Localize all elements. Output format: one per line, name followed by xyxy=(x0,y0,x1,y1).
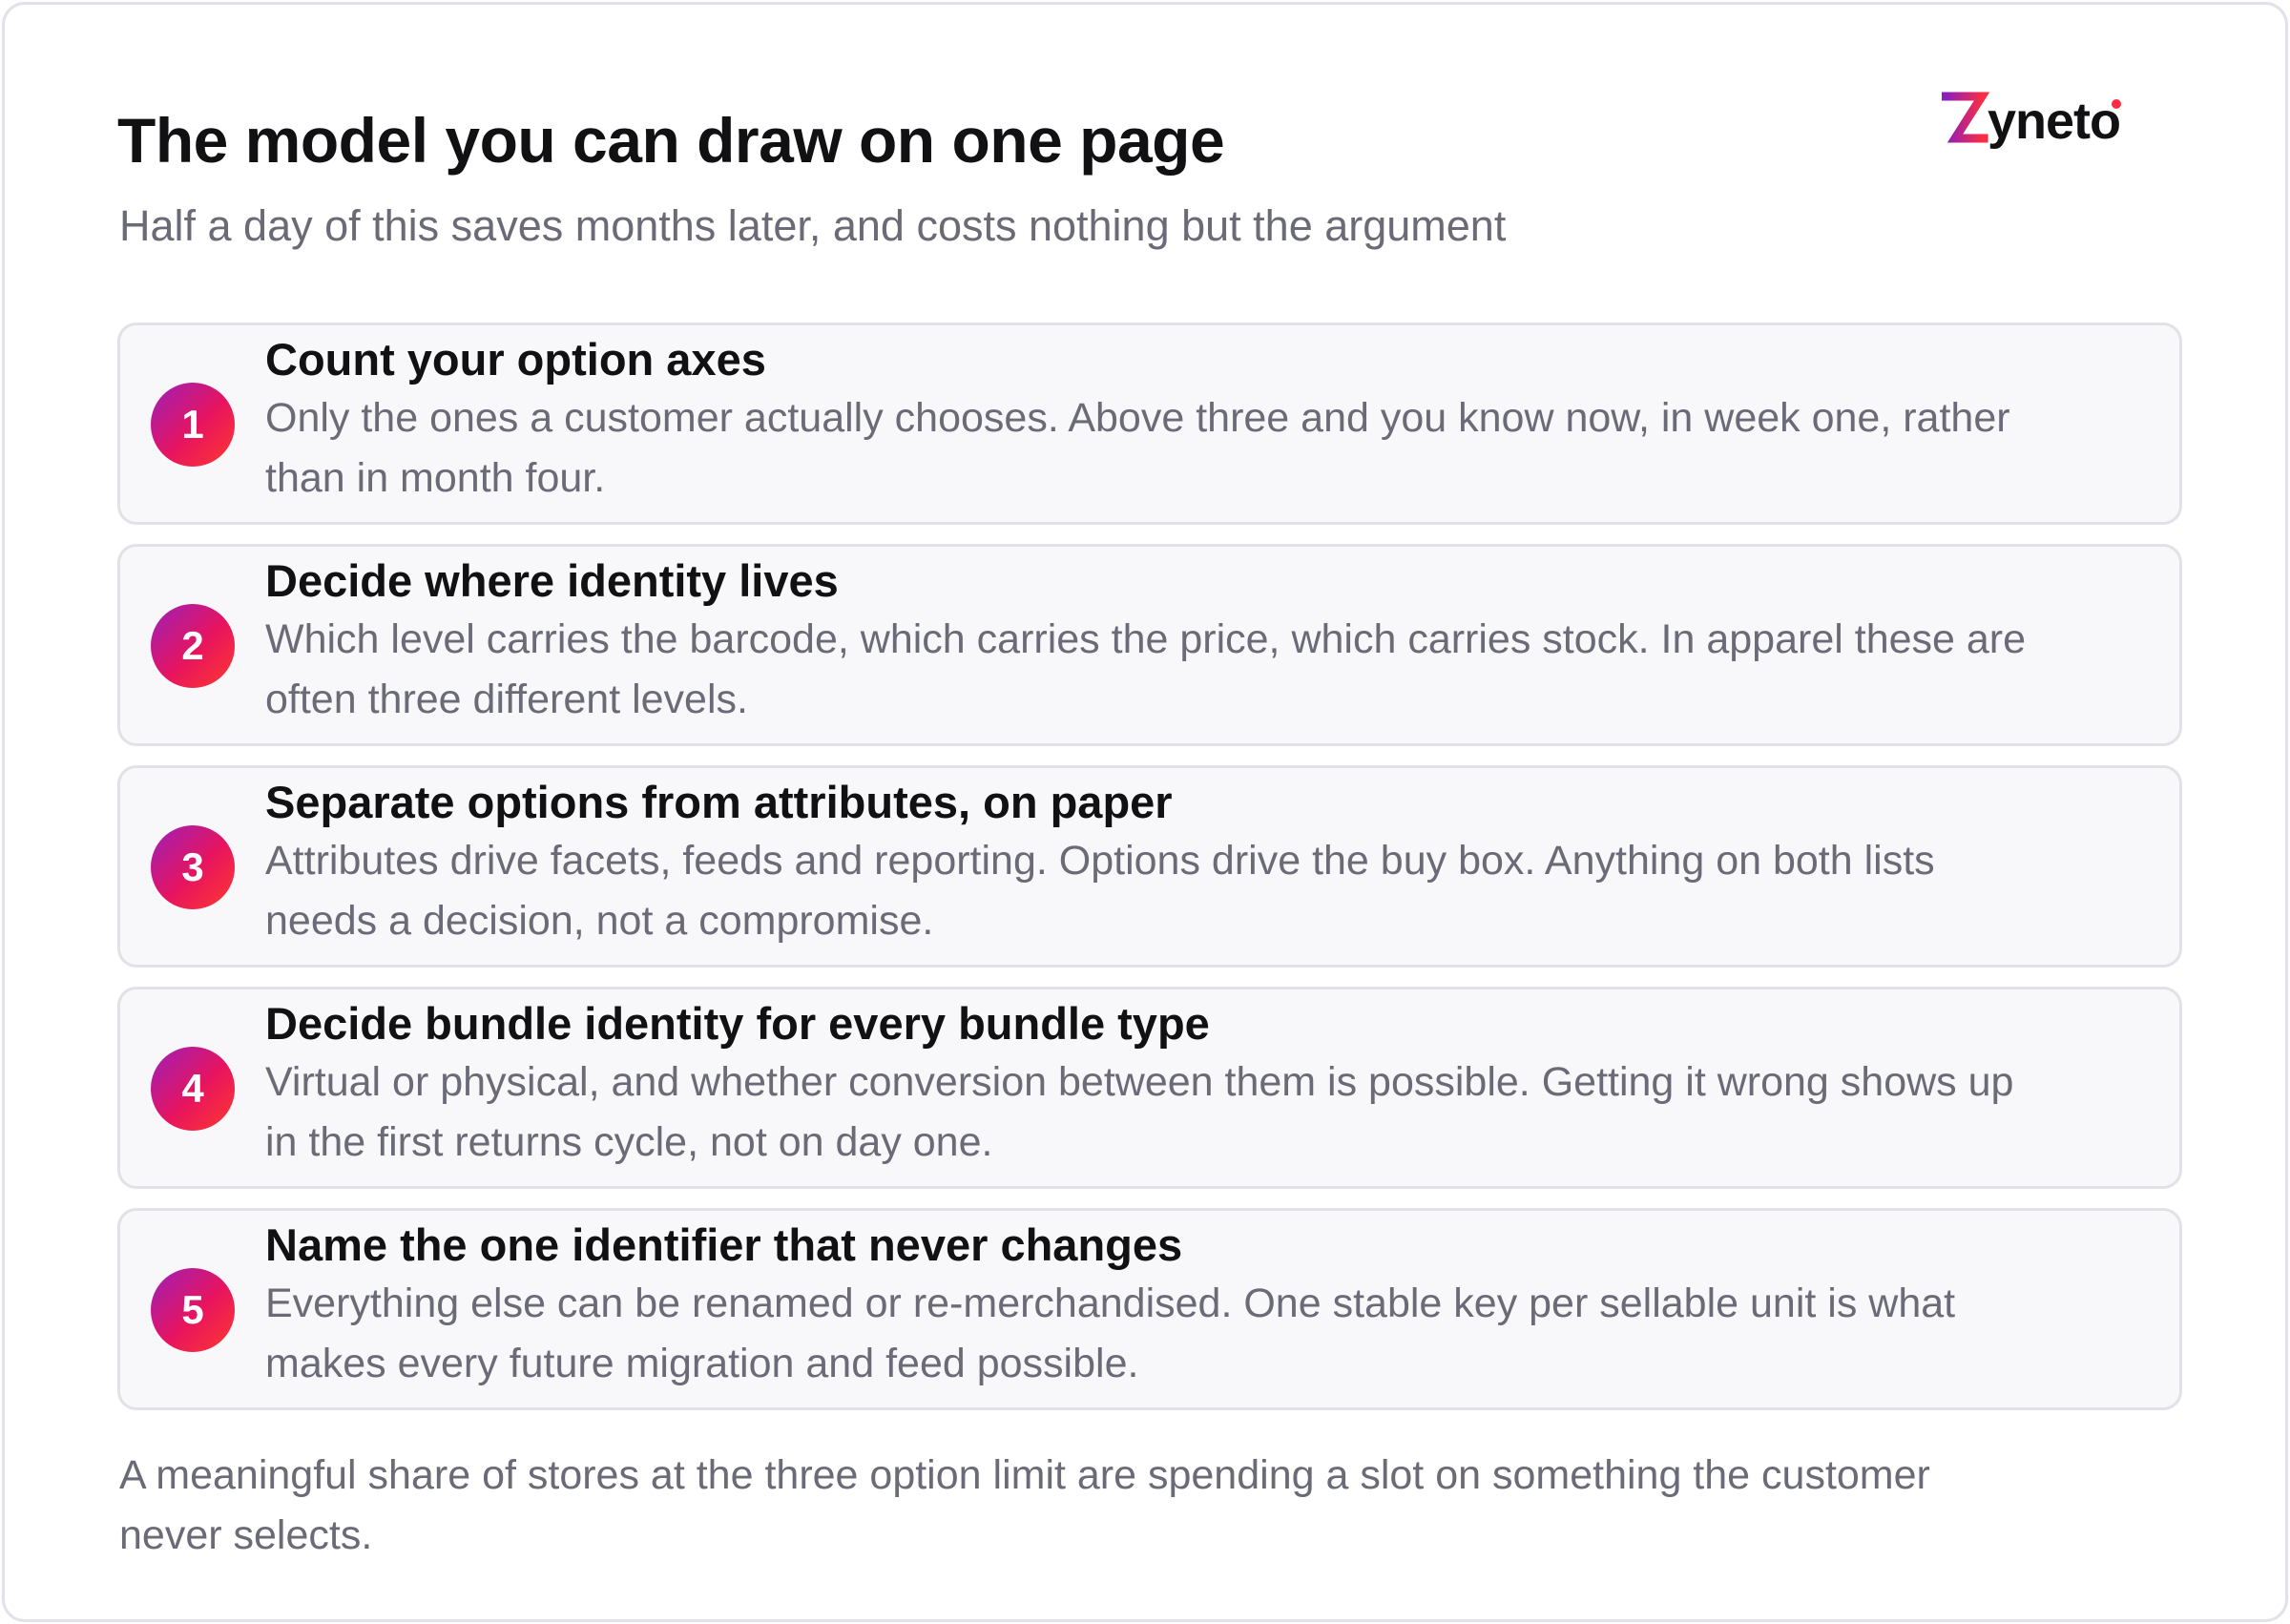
step-description: Which level carries the barcode, which c… xyxy=(265,616,2027,722)
step-description: Virtual or physical, and whether convers… xyxy=(265,1059,2014,1165)
step-number-badge: 3 xyxy=(151,825,235,909)
step-card-2: 2 Decide where identity lives Which leve… xyxy=(117,544,2182,746)
step-title: Name the one identifier that never chang… xyxy=(265,1219,1183,1270)
step-title: Separate options from attributes, on pap… xyxy=(265,777,1173,827)
step-card-1: 1 Count your option axes Only the ones a… xyxy=(117,323,2182,525)
step-description: Everything else can be renamed or re-mer… xyxy=(265,1280,1956,1386)
page-title: The model you can draw on one page xyxy=(117,105,1225,176)
step-title: Decide bundle identity for every bundle … xyxy=(265,998,1210,1049)
zyneto-logo-icon: yneto xyxy=(1942,92,2121,150)
svg-text:yneto: yneto xyxy=(1988,93,2120,150)
step-number-badge: 2 xyxy=(151,604,235,688)
footer-note: A meaningful share of stores at the thre… xyxy=(119,1452,1930,1558)
step-card-3: 3 Separate options from attributes, on p… xyxy=(117,765,2182,968)
content-card: The model you can draw on one page Half … xyxy=(2,2,2288,1622)
step-card-5: 5 Name the one identifier that never cha… xyxy=(117,1208,2182,1410)
step-title: Count your option axes xyxy=(265,334,766,385)
step-list: 1 Count your option axes Only the ones a… xyxy=(117,323,2182,1429)
step-number-badge: 4 xyxy=(151,1047,235,1131)
zyneto-logo: yneto xyxy=(1942,83,2171,159)
step-number-badge: 5 xyxy=(151,1268,235,1352)
step-description: Only the ones a customer actually choose… xyxy=(265,395,2010,501)
step-number-badge: 1 xyxy=(151,383,235,467)
step-title: Decide where identity lives xyxy=(265,555,839,606)
page-subtitle: Half a day of this saves months later, a… xyxy=(119,201,1507,250)
step-card-4: 4 Decide bundle identity for every bundl… xyxy=(117,987,2182,1189)
step-description: Attributes drive facets, feeds and repor… xyxy=(265,838,1935,944)
